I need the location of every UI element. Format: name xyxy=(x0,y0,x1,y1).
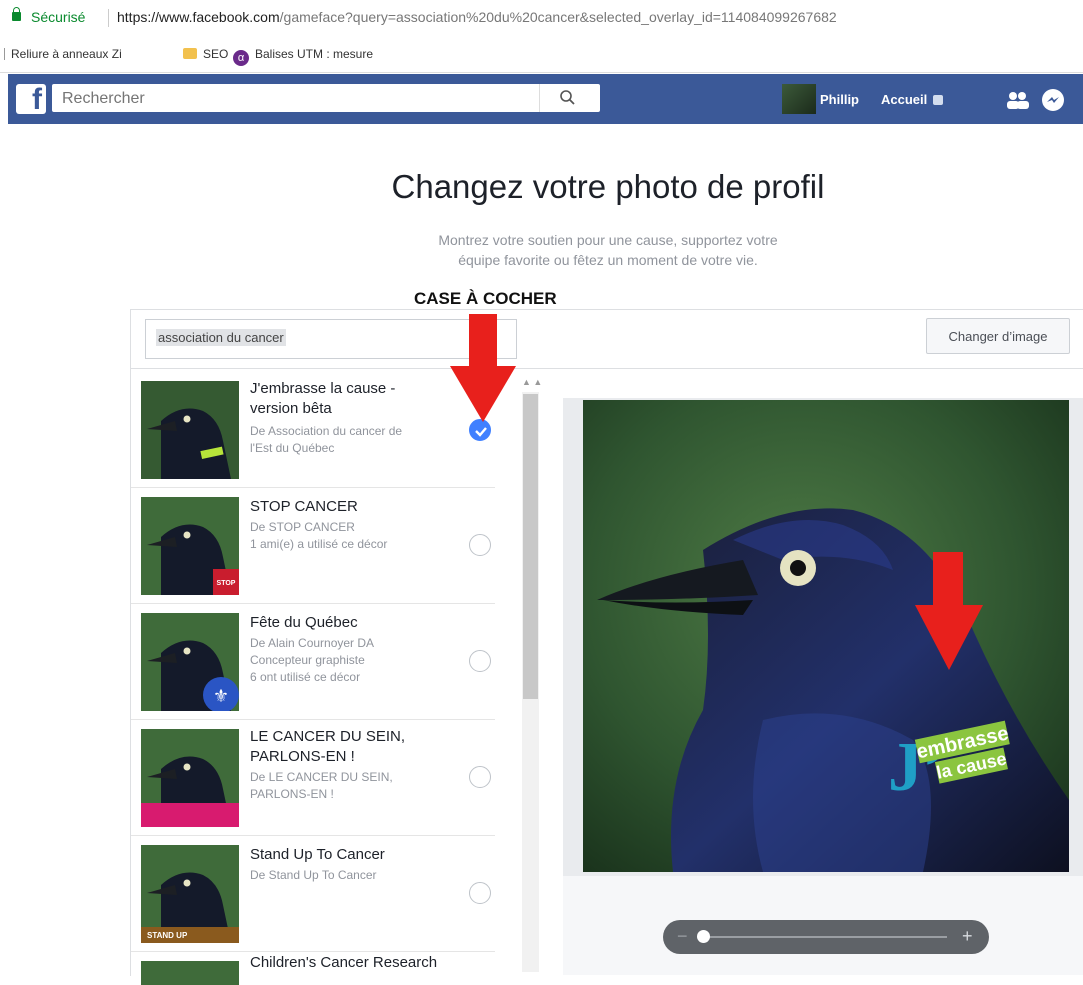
frame-title: Fête du Québec xyxy=(250,614,358,631)
frame-thumbnail xyxy=(141,961,239,985)
scrollbar-thumb[interactable] xyxy=(523,394,538,699)
messenger-icon[interactable] xyxy=(1042,89,1064,111)
frame-item[interactable]: Children's Cancer Research xyxy=(131,951,495,985)
frame-title: Stand Up To Cancer xyxy=(250,846,385,863)
frame-item[interactable]: LE CANCER DU SEIN, PARLONS-EN ! De LE CAN… xyxy=(131,719,495,836)
zoom-in-icon[interactable]: + xyxy=(962,926,973,947)
annotation-label: CASE À COCHER xyxy=(414,289,557,308)
url-path: /gameface?query=association%20du%20cance… xyxy=(279,9,837,25)
zoom-out-icon[interactable]: − xyxy=(677,926,688,947)
frame-item[interactable]: STAND UP Stand Up To Cancer De Stand Up … xyxy=(131,835,495,952)
page-subtitle: Montrez votre soutien pour une cause, su… xyxy=(374,230,842,270)
list-scrollbar[interactable] xyxy=(522,392,539,972)
frame-item[interactable]: STOP STOP CANCER De STOP CANCER 1 ami(e) … xyxy=(131,487,495,604)
bookmark-balises[interactable]: α Balises UTM : mesure xyxy=(233,47,373,66)
bookmark-label: Balises UTM : mesure xyxy=(255,47,374,61)
red-arrow-icon xyxy=(450,314,516,422)
bookmark-seo[interactable]: SEO xyxy=(183,47,228,61)
frame-checkbox-checked[interactable] xyxy=(469,419,491,441)
subtitle-line: Montrez votre soutien pour une cause, su… xyxy=(438,232,778,248)
frame-meta: De STOP CANCER 1 ami(e) a utilisé ce déco… xyxy=(250,520,388,551)
friends-icon[interactable] xyxy=(1004,90,1030,110)
profile-photo-preview[interactable]: J’ embrasse la cause xyxy=(583,400,1069,872)
svg-text:⚜: ⚜ xyxy=(213,686,229,707)
notification-badge xyxy=(933,95,944,105)
facebook-logo-icon[interactable]: f xyxy=(16,83,46,116)
search-button[interactable] xyxy=(539,84,600,112)
frame-meta: De Alain Cournoyer DA Concepteur graphist… xyxy=(250,636,375,684)
frame-meta: De LE CANCER DU SEIN, PARLONS-EN ! xyxy=(250,770,393,801)
scroll-arrows[interactable]: ▲ ▲ xyxy=(522,377,562,389)
page-icon xyxy=(4,48,5,60)
bookmark-reliure[interactable]: Reliure à anneaux Zi xyxy=(4,47,122,61)
frame-title: STOP CANCER xyxy=(250,498,358,515)
frame-thumbnail: STOP xyxy=(141,497,239,595)
frame-item[interactable]: J'embrasse la cause - version bêta De Ass… xyxy=(131,371,495,488)
facebook-top-bar: f Phillip Accueil xyxy=(8,74,1083,124)
home-label: Accueil xyxy=(881,92,928,107)
zoom-handle[interactable] xyxy=(697,930,710,943)
alpha-icon: α xyxy=(233,50,249,66)
frame-checkbox[interactable] xyxy=(469,882,491,904)
bookmark-label: SEO xyxy=(203,47,229,61)
frame-meta: De Association du cancer de l'Est du Québ… xyxy=(250,424,403,455)
url-host: https://www.facebook.com xyxy=(117,9,280,25)
folder-icon xyxy=(183,48,197,59)
search-box xyxy=(52,84,600,112)
zoom-track[interactable] xyxy=(699,936,947,938)
address-bar[interactable]: Sécurisé https://www.facebook.com/gamefa… xyxy=(0,0,1083,39)
zoom-slider[interactable]: − + xyxy=(663,920,989,954)
change-image-button[interactable]: Changer d’image xyxy=(926,318,1070,354)
frame-checkbox[interactable] xyxy=(469,534,491,556)
frame-meta: De Stand Up To Cancer xyxy=(250,868,377,882)
frame-title: Children's Cancer Research xyxy=(250,954,438,971)
frame-title: LE CANCER DU SEIN, PARLONS-EN ! xyxy=(250,728,406,765)
svg-text:STAND UP: STAND UP xyxy=(147,931,188,940)
bookmark-label: Reliure à anneaux Zi xyxy=(11,47,122,61)
home-link[interactable]: Accueil xyxy=(881,92,944,107)
bird-photo: J’ embrasse la cause xyxy=(583,400,1069,872)
profile-name-link[interactable]: Phillip xyxy=(820,92,859,107)
url-text[interactable]: https://www.facebook.com/gameface?query=… xyxy=(117,9,837,25)
frame-thumbnail: STAND UP xyxy=(141,845,239,943)
frame-checkbox[interactable] xyxy=(469,650,491,672)
page-title: Changez votre photo de profil xyxy=(391,168,825,205)
frame-checkbox[interactable] xyxy=(469,766,491,788)
search-input[interactable] xyxy=(60,88,544,110)
frame-thumbnail xyxy=(141,729,239,827)
search-icon xyxy=(560,90,575,105)
search-value: association du cancer xyxy=(156,329,286,346)
frame-thumbnail xyxy=(141,381,239,479)
lock-icon xyxy=(12,7,21,21)
divider xyxy=(108,9,109,27)
frame-title: J'embrasse la cause - version bêta xyxy=(250,380,396,417)
avatar[interactable] xyxy=(782,84,816,114)
check-icon xyxy=(475,427,487,437)
subtitle-line: équipe favorite ou fêtez un moment de vo… xyxy=(458,252,758,268)
divider xyxy=(130,368,1083,369)
secure-label: Sécurisé xyxy=(31,9,86,25)
frame-item[interactable]: ⚜ Fête du Québec De Alain Cournoyer DA Co… xyxy=(131,603,495,720)
frame-thumbnail: ⚜ xyxy=(141,613,239,711)
bookmarks-bar: Reliure à anneaux Zi SEO α Balises UTM : … xyxy=(0,38,1083,73)
svg-text:STOP: STOP xyxy=(217,580,236,587)
